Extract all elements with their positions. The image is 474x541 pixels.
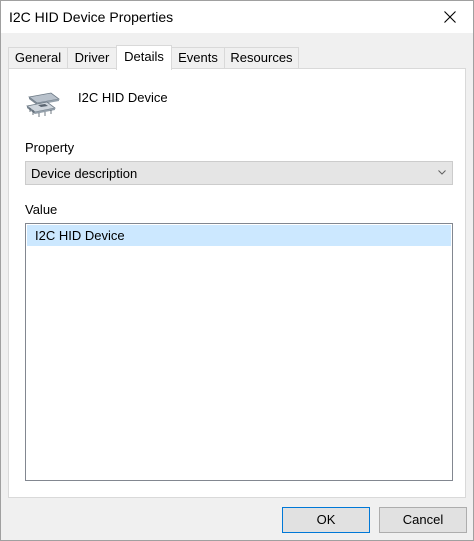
hid-device-icon <box>26 92 60 117</box>
tab-events[interactable]: Events <box>171 47 225 68</box>
value-list[interactable]: I2C HID Device <box>25 223 453 481</box>
title-bar: I2C HID Device Properties <box>1 1 473 33</box>
list-item[interactable]: I2C HID Device <box>27 225 451 246</box>
window-title: I2C HID Device Properties <box>9 9 174 25</box>
property-dropdown[interactable]: Device description <box>25 161 453 185</box>
cancel-button[interactable]: Cancel <box>379 507 467 533</box>
tab-resources[interactable]: Resources <box>224 47 299 68</box>
tab-details[interactable]: Details <box>116 45 172 70</box>
device-name: I2C HID Device <box>78 90 168 105</box>
tab-driver[interactable]: Driver <box>67 47 117 68</box>
properties-dialog: I2C HID Device Properties General Driver… <box>0 0 474 541</box>
tab-general[interactable]: General <box>8 47 68 68</box>
close-button[interactable] <box>427 1 473 33</box>
value-label: Value <box>25 202 58 217</box>
details-panel: I2C HID Device Property Device descripti… <box>8 68 466 498</box>
close-icon <box>444 11 456 23</box>
property-selected-value: Device description <box>31 166 138 181</box>
ok-button[interactable]: OK <box>282 507 370 533</box>
property-label: Property <box>25 140 75 155</box>
chevron-down-icon <box>438 170 446 175</box>
